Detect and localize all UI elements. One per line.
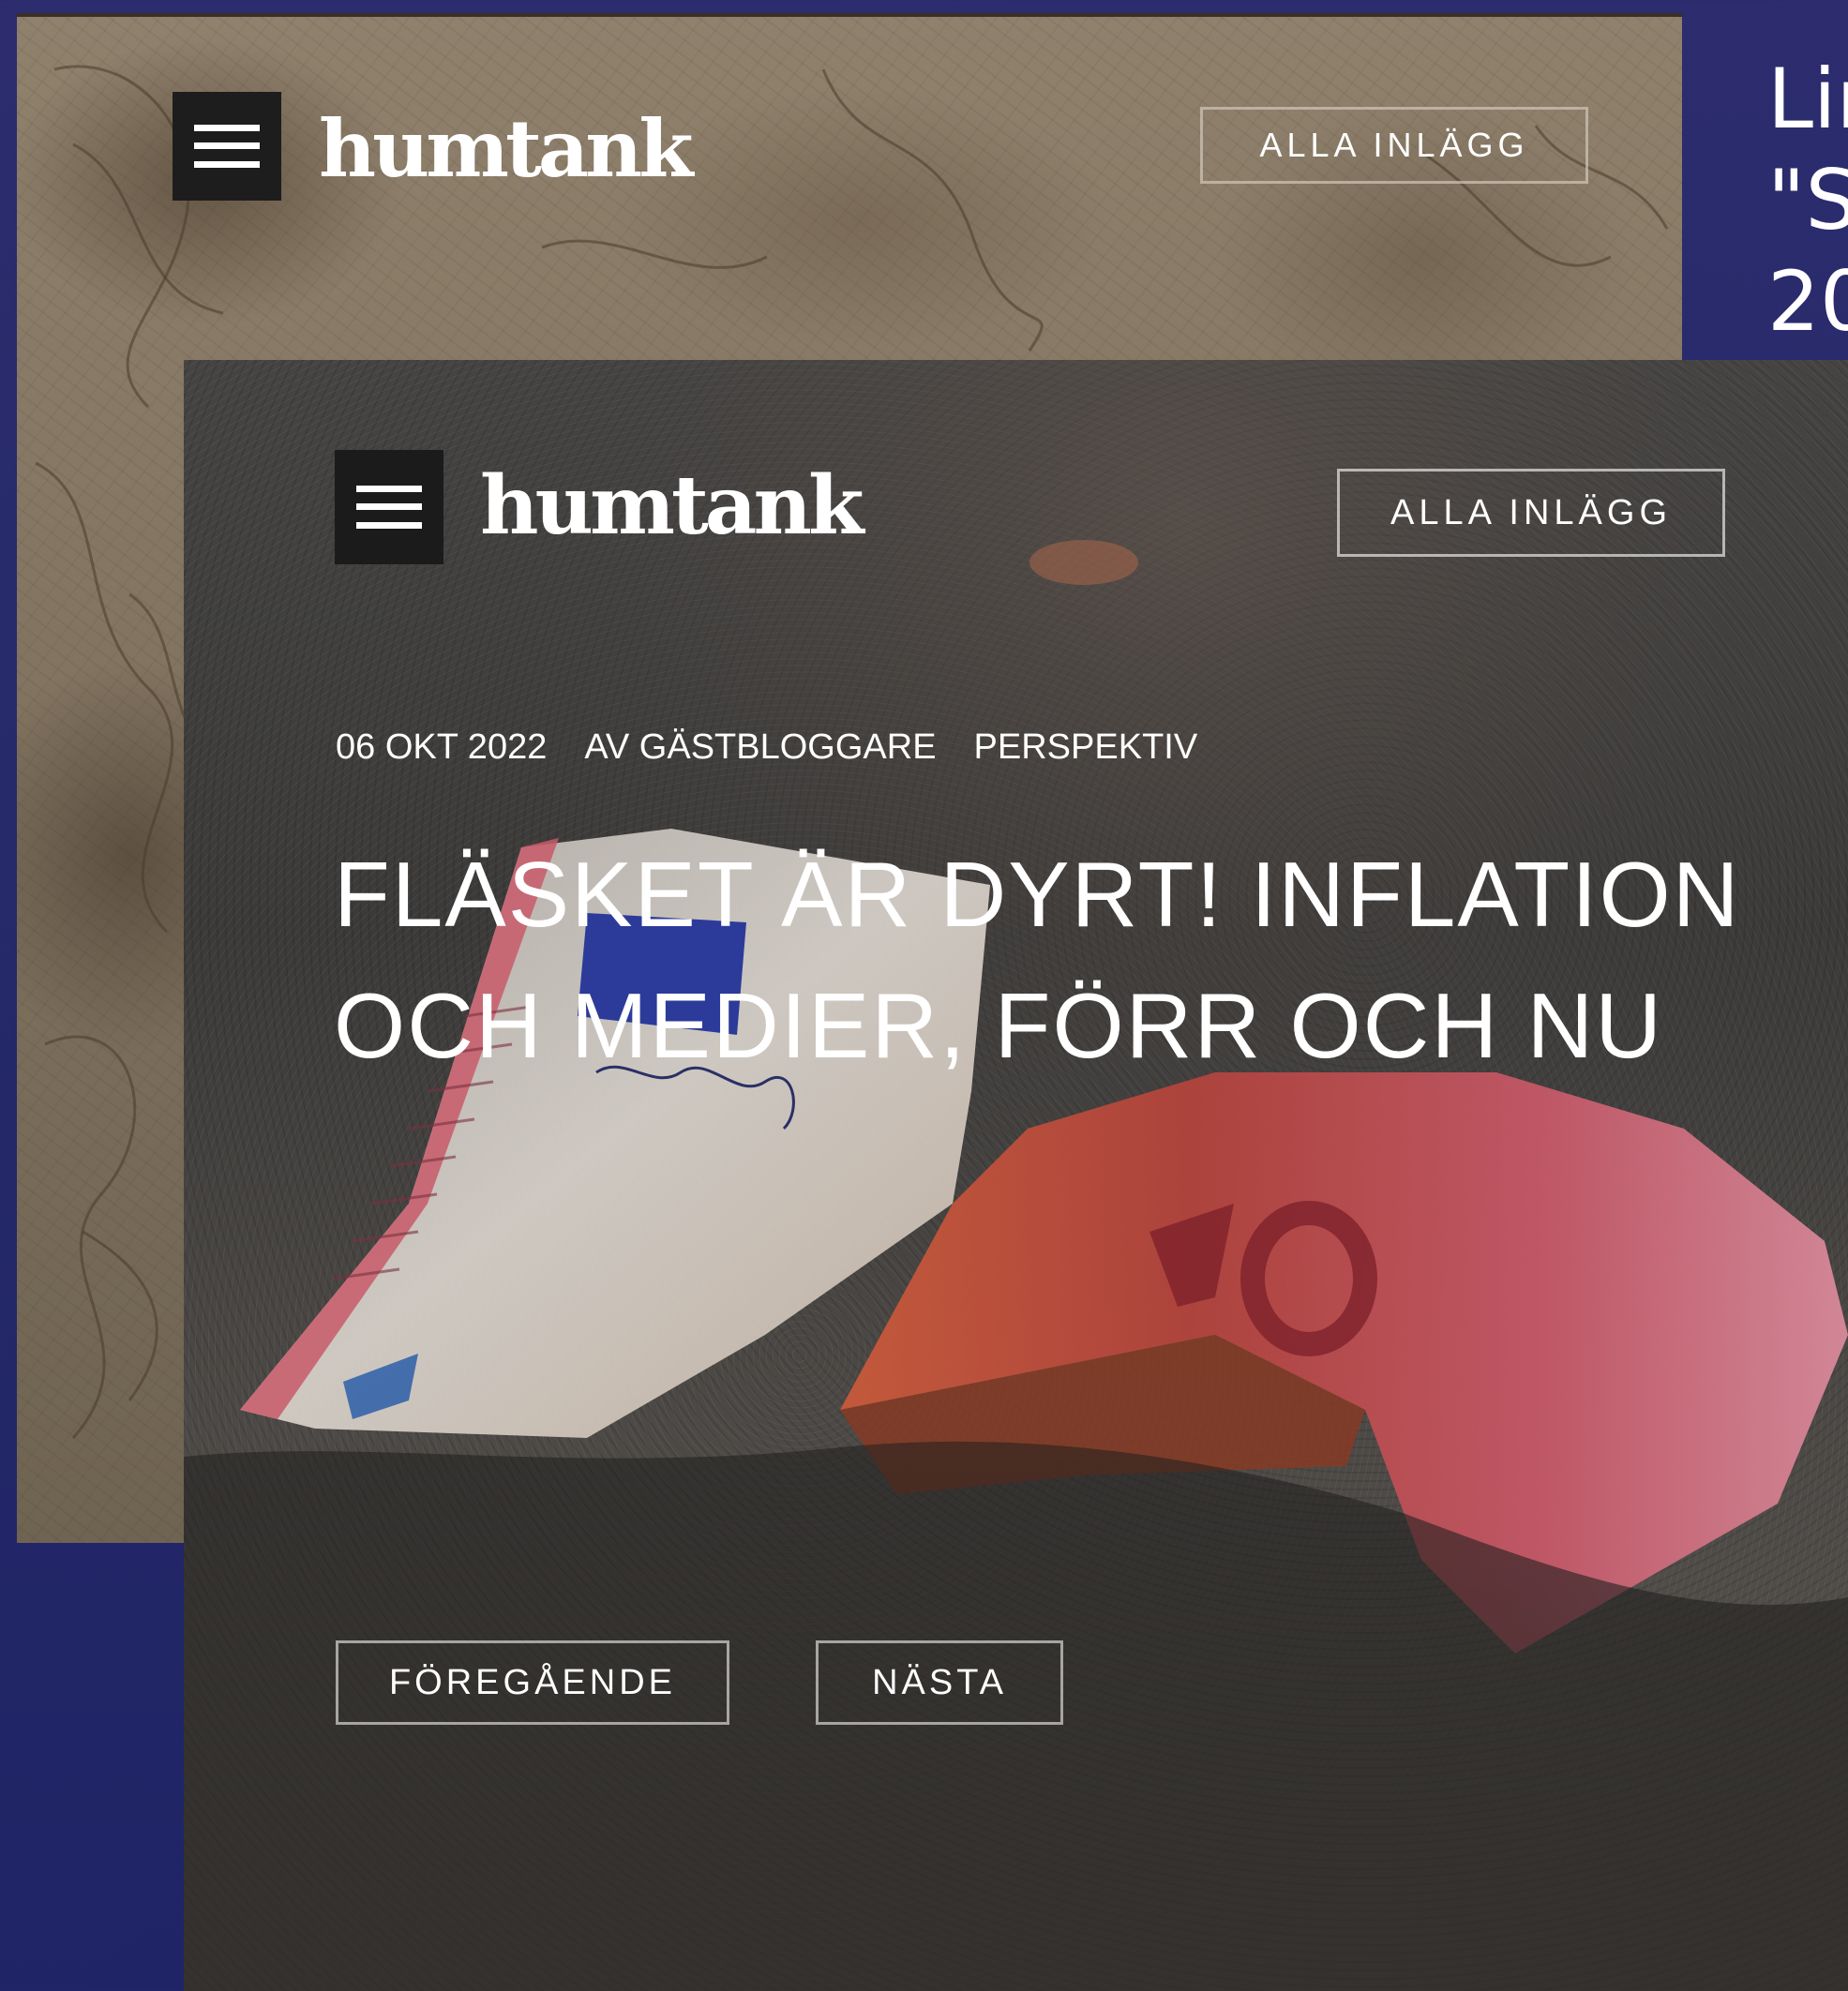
next-post-button[interactable]: NÄSTA bbox=[816, 1640, 1063, 1725]
front-page-screenshot: humtank ALLA INLÄGG 06 OKT 2022 AV GÄSTB… bbox=[184, 360, 1848, 1991]
hamburger-menu-icon bbox=[194, 125, 260, 168]
post-author[interactable]: AV GÄSTBLOGGARE bbox=[584, 727, 936, 768]
all-posts-button[interactable]: ALLA INLÄGG bbox=[1200, 107, 1588, 184]
slide-text-line: 20 bbox=[1767, 253, 1848, 350]
slide-text-line: Lin bbox=[1767, 51, 1848, 147]
post-title: FLÄSKET ÄR DYRT! INFLATION OCH MEDIER, F… bbox=[334, 829, 1796, 1091]
site-logo[interactable]: humtank bbox=[480, 454, 864, 559]
slide-text: Lin "S 20 bbox=[1767, 49, 1848, 352]
previous-post-button[interactable]: FÖREGÅENDE bbox=[336, 1640, 729, 1725]
post-title-line: OCH MEDIER, FÖRR OCH NU bbox=[334, 974, 1663, 1077]
menu-button[interactable] bbox=[335, 450, 443, 564]
post-meta: 06 OKT 2022 AV GÄSTBLOGGARE PERSPEKTIV bbox=[336, 727, 1235, 768]
site-logo[interactable]: humtank bbox=[319, 97, 694, 201]
menu-button[interactable] bbox=[173, 92, 281, 201]
all-posts-button[interactable]: ALLA INLÄGG bbox=[1337, 469, 1725, 557]
post-title-line: FLÄSKET ÄR DYRT! INFLATION bbox=[334, 843, 1741, 946]
slide-text-line: "S bbox=[1767, 152, 1848, 248]
hamburger-menu-icon bbox=[356, 486, 422, 529]
banknote-image bbox=[184, 360, 1848, 1991]
post-category[interactable]: PERSPEKTIV bbox=[974, 727, 1198, 768]
post-date: 06 OKT 2022 bbox=[336, 727, 548, 767]
